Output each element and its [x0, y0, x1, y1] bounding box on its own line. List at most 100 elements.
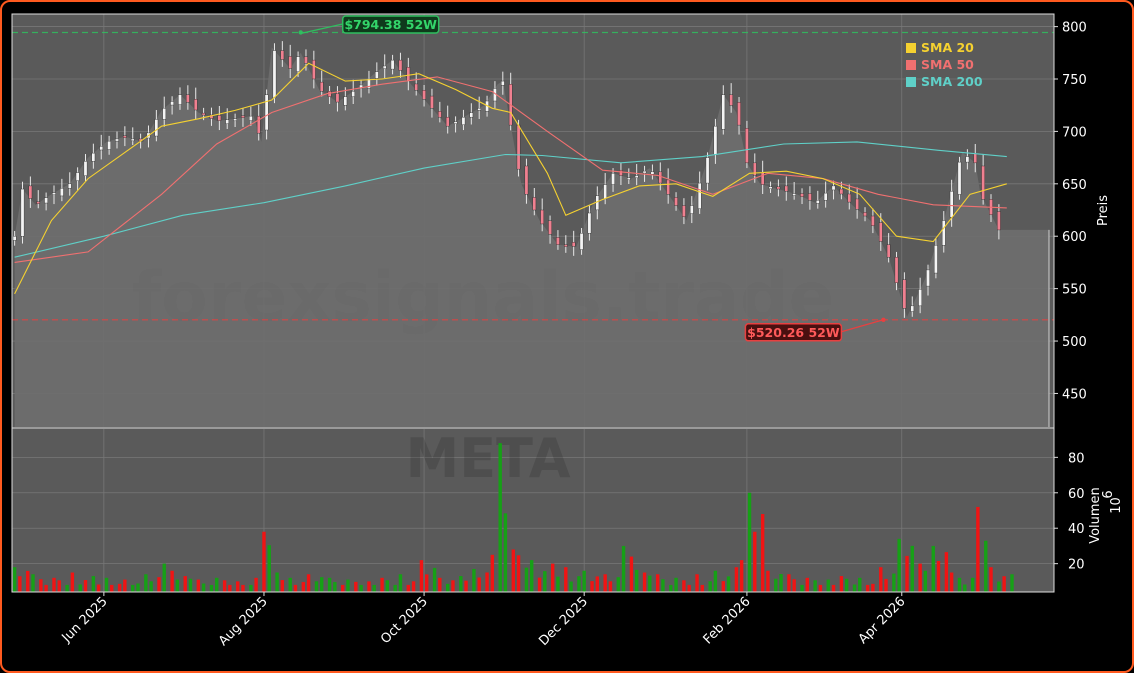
candle-body [721, 94, 726, 130]
volume-bar [556, 576, 560, 592]
candle-body [910, 305, 915, 312]
volume-bar [380, 577, 384, 592]
candle-body [351, 91, 356, 97]
candle-body [627, 177, 631, 181]
volume-bar [682, 580, 686, 592]
volume-bar [162, 563, 166, 592]
volume-bar [18, 576, 22, 592]
volume-bar [529, 560, 534, 592]
volume-bar [398, 574, 403, 592]
volume-bar [288, 577, 292, 592]
candle-body [926, 269, 930, 287]
volume-bar [78, 584, 82, 592]
volume-bar [708, 581, 712, 592]
candle-body [556, 237, 560, 245]
volume-bar [26, 570, 30, 592]
candle-body [642, 170, 647, 174]
candle-body [280, 50, 285, 60]
volume-tick-label: 40 [1068, 522, 1085, 537]
volume-bar [669, 584, 673, 592]
candle-body [107, 140, 111, 150]
candle-body [44, 197, 48, 204]
volume-bar [779, 574, 783, 592]
volume-bar [451, 580, 455, 592]
candle-body [256, 115, 261, 134]
candle-body [658, 171, 663, 184]
candle-body [335, 93, 340, 103]
candle-body [28, 185, 33, 199]
date-tick-label: Jun 2025 [59, 594, 111, 646]
volume-bar [477, 577, 481, 592]
volume-bar [393, 584, 397, 592]
candle-body [784, 185, 789, 192]
candle-body [186, 94, 190, 103]
price-tick-label: 600 [1062, 230, 1087, 245]
candle-body [792, 193, 796, 196]
volume-bar [209, 584, 214, 592]
volume-bar [485, 572, 489, 592]
candle-body [965, 156, 970, 163]
volume-bar [254, 577, 258, 592]
volume-bar [805, 577, 809, 592]
candle-body [516, 124, 521, 170]
candle-body [12, 236, 17, 241]
candle-body [839, 188, 844, 195]
candle-body [406, 67, 411, 81]
volume-bar [96, 584, 101, 592]
candle-body [634, 175, 639, 179]
candle-body [382, 65, 387, 69]
volume-bar [923, 570, 928, 592]
volume-bar [228, 584, 232, 592]
candle-body [579, 233, 584, 250]
volume-tick-label: 60 [1068, 487, 1085, 502]
candle-body [532, 197, 537, 211]
candle-body [398, 59, 403, 71]
volume-bar [918, 563, 922, 592]
volume-bar [590, 581, 594, 592]
volume-bar [170, 570, 174, 592]
candle-body [886, 244, 891, 258]
volume-bar [57, 580, 61, 592]
volume-bar [44, 584, 48, 592]
candle-body [414, 83, 419, 91]
candle-body [123, 135, 127, 138]
volume-bar [511, 549, 516, 592]
volume-bar [936, 560, 941, 592]
symbol-watermark: META [405, 427, 570, 490]
candle-body [390, 59, 395, 70]
price-tick-label: 700 [1062, 125, 1087, 140]
volume-bar [419, 560, 424, 592]
volume-bar [713, 570, 718, 592]
candle-body [894, 256, 899, 283]
legend-swatch [906, 77, 916, 87]
volume-bar [144, 574, 148, 592]
volume-bar [301, 582, 306, 592]
volume-bar [123, 579, 127, 592]
volume-bar [188, 578, 193, 592]
price-tick-label: 750 [1062, 73, 1087, 88]
volume-bar [503, 513, 508, 592]
candle-body [233, 118, 237, 122]
candle-body [296, 56, 300, 72]
candle-body [312, 59, 316, 80]
volume-bar [104, 577, 109, 592]
candle-body [855, 198, 859, 210]
volume-bar [464, 580, 468, 592]
candle-body [52, 192, 56, 195]
volume-bar [787, 574, 791, 592]
candle-body [918, 289, 922, 307]
volume-bar [236, 581, 240, 592]
volume-bar [372, 584, 376, 592]
volume-bar [524, 567, 529, 592]
legend-entry: SMA 200 [921, 74, 983, 89]
candle-body [878, 222, 883, 242]
candle-body [941, 220, 946, 246]
volume-bar [910, 545, 914, 592]
volume-bar [603, 574, 607, 592]
candle-body [217, 115, 222, 121]
candle-body [760, 172, 765, 185]
chart-frame: forexsignals.tradeMETA $794.38 52W$520.2… [0, 0, 1134, 673]
volume-bar [314, 581, 319, 592]
legend-swatch [906, 43, 916, 53]
volume-bar [537, 577, 542, 592]
